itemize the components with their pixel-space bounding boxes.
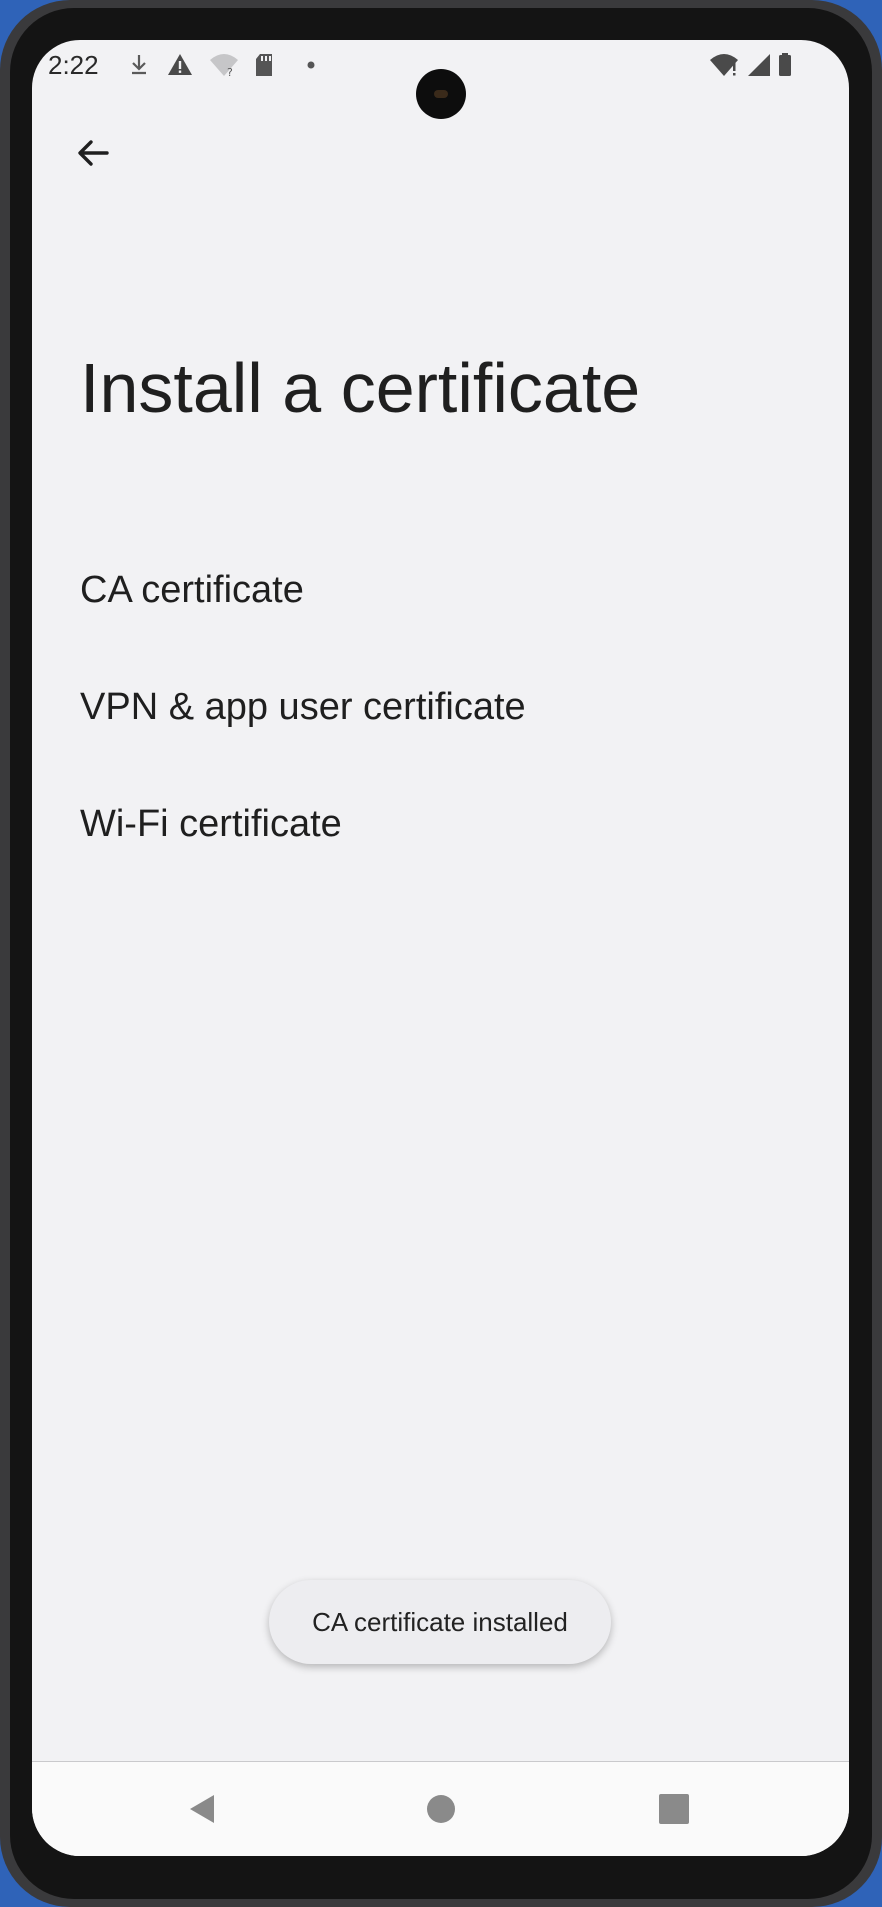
toast-text: CA certificate installed xyxy=(312,1606,568,1637)
battery-icon xyxy=(779,53,791,76)
front-camera xyxy=(416,69,466,119)
system-nav-bar xyxy=(32,1761,849,1856)
svg-text:?: ? xyxy=(227,66,233,79)
menu-item-ca-certificate[interactable]: CA certificate xyxy=(32,532,849,649)
screen: 2:22 ? Install a certificate CA certific… xyxy=(32,40,849,1856)
home-circle-icon xyxy=(427,1795,455,1823)
toast-message: CA certificate installed xyxy=(269,1580,611,1664)
dot-icon xyxy=(307,61,315,69)
recents-square-icon xyxy=(659,1794,689,1824)
nav-home-button[interactable] xyxy=(418,1786,464,1832)
certificate-type-list: CA certificate VPN & app user certificat… xyxy=(32,532,849,883)
phone-frame: 2:22 ? Install a certificate CA certific… xyxy=(0,0,882,1907)
cellular-signal-icon xyxy=(748,54,770,76)
menu-item-label: Wi-Fi certificate xyxy=(80,803,342,845)
nav-recents-button[interactable] xyxy=(651,1786,697,1832)
status-time: 2:22 xyxy=(48,50,99,80)
back-triangle-icon xyxy=(190,1795,214,1823)
wifi-unknown-icon: ? xyxy=(210,54,238,79)
wifi-alert-icon xyxy=(710,54,738,76)
page-title: Install a certificate xyxy=(80,349,641,427)
download-icon xyxy=(132,55,146,75)
sd-card-icon xyxy=(256,54,272,76)
nav-back-button[interactable] xyxy=(179,1786,225,1832)
back-button[interactable] xyxy=(58,118,128,188)
warning-icon xyxy=(168,54,192,75)
menu-item-vpn-app-user-certificate[interactable]: VPN & app user certificate xyxy=(32,649,849,766)
menu-item-wifi-certificate[interactable]: Wi-Fi certificate xyxy=(32,766,849,883)
menu-item-label: VPN & app user certificate xyxy=(80,686,526,728)
arrow-left-icon xyxy=(78,140,109,166)
menu-item-label: CA certificate xyxy=(80,569,304,611)
